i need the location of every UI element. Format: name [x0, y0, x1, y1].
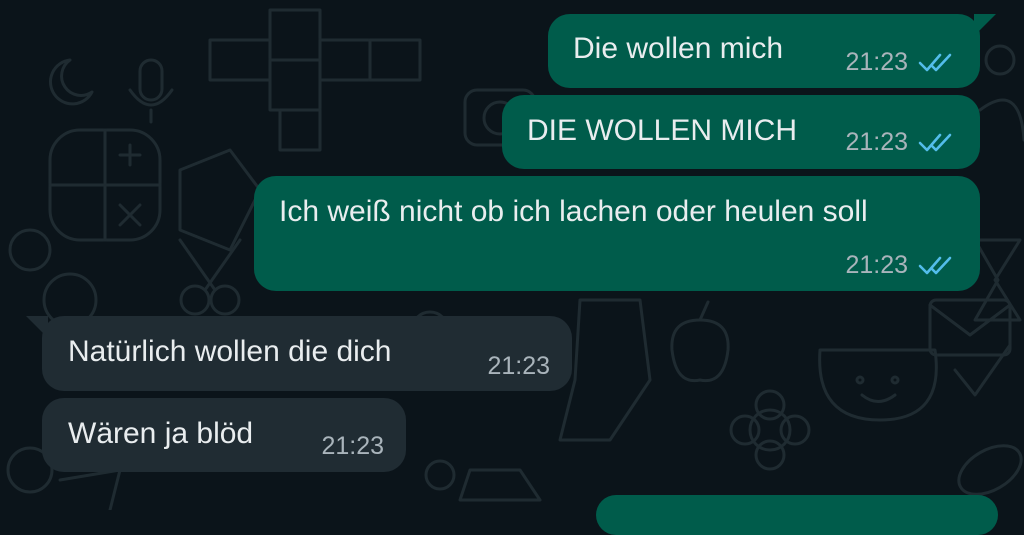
outgoing-message-bubble[interactable]: Ich weiß nicht ob ich lachen oder heulen… [254, 176, 980, 291]
message-text: Natürlich wollen die dich [68, 335, 392, 368]
outgoing-message-bubble[interactable] [596, 495, 998, 535]
message-time: 21:23 [845, 48, 908, 76]
message-time: 21:23 [487, 352, 550, 380]
message-time: 21:23 [845, 128, 908, 156]
outgoing-message-bubble[interactable]: DIE WOLLEN MICH 21:23 [502, 95, 980, 169]
incoming-message-bubble[interactable]: Wären ja blöd 21:23 [42, 398, 406, 472]
message-meta: 21:23 [845, 127, 956, 157]
message-time: 21:23 [845, 251, 908, 279]
message-text: DIE WOLLEN MICH [527, 114, 798, 147]
double-check-read-icon [918, 53, 952, 72]
message-meta: 21:23 [321, 431, 384, 461]
incoming-message-bubble[interactable]: Natürlich wollen die dich 21:23 [26, 316, 572, 391]
message-text: Ich weiß nicht ob ich lachen oder heulen… [279, 195, 868, 228]
double-check-read-icon [918, 256, 952, 275]
message-meta: 21:23 [845, 250, 956, 280]
bubble-tail [974, 14, 996, 36]
double-check-read-icon [918, 133, 952, 152]
bubble-tail [26, 316, 48, 338]
message-text: Wären ja blöd [68, 417, 254, 450]
message-time: 21:23 [321, 432, 384, 460]
message-meta: 21:23 [845, 47, 956, 77]
message-text: Die wollen mich [573, 32, 784, 65]
outgoing-message-bubble[interactable]: Die wollen mich 21:23 [548, 14, 996, 88]
message-meta: 21:23 [487, 351, 550, 381]
